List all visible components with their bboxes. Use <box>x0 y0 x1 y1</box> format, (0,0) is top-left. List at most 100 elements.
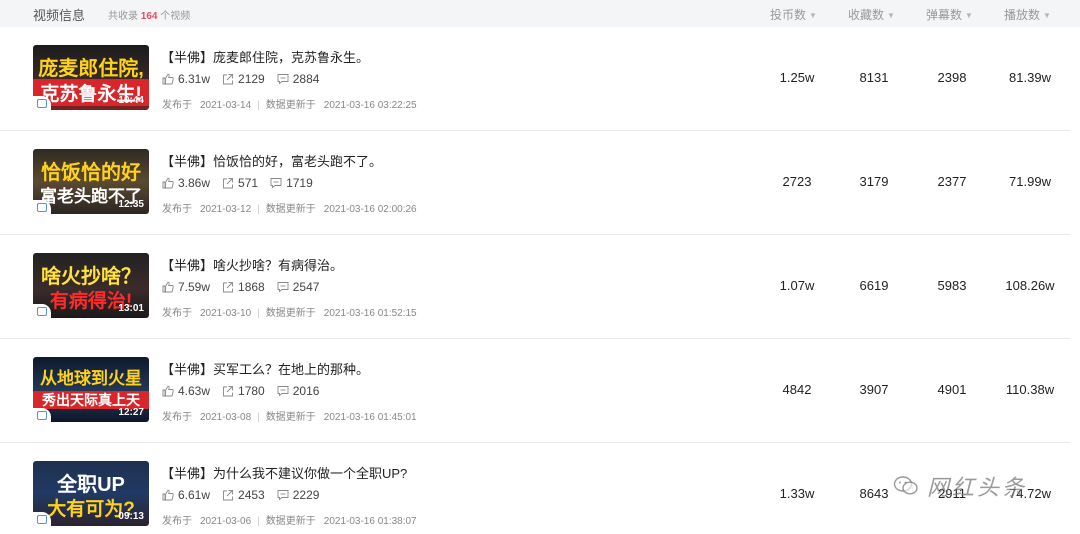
publish-date: 2021-03-12 <box>200 204 252 215</box>
duration-label: 12:27 <box>118 407 144 418</box>
video-dates: 发布于 2021-03-14 | 数据更新于 2021-03-16 03:22:25 <box>162 100 417 111</box>
watermark: 网红头条 <box>893 468 1080 504</box>
favorites-value: 6619 <box>859 278 889 293</box>
video-thumbnail[interactable]: 啥火抄啥？ 有病得治! 13:01 <box>33 253 149 318</box>
likes-count: 6.31w <box>178 72 211 86</box>
comments-count: 2229 <box>292 488 320 502</box>
collection-badge-icon <box>33 408 51 422</box>
publish-date: 2021-03-14 <box>200 100 252 111</box>
video-count-value: 164 <box>140 11 158 22</box>
share-icon <box>222 73 234 85</box>
sort-danmaku-header[interactable]: 弹幕数 ▼ <box>926 6 973 23</box>
section-title: 视频信息 <box>33 8 86 23</box>
video-stats: 4.63w 1780 2016 <box>162 384 331 398</box>
sort-down-icon: ▼ <box>965 11 973 20</box>
duration-label: 12:35 <box>118 199 144 210</box>
sort-favorites-header[interactable]: 收藏数 ▼ <box>848 6 895 23</box>
plays-value: 71.99w <box>1009 174 1051 189</box>
sort-down-icon: ▼ <box>1043 11 1051 20</box>
danmaku-value: 2377 <box>937 174 967 189</box>
update-time: 2021-03-16 01:38:07 <box>323 516 417 527</box>
shares-count: 2453 <box>238 488 265 502</box>
thumbs-up-icon <box>162 385 174 397</box>
video-title[interactable]: 【半佛】庞麦郎住院，克苏鲁永生。 <box>161 47 369 66</box>
thumbs-up-icon <box>162 177 174 189</box>
collection-badge-icon <box>33 304 51 318</box>
coins-value: 4842 <box>782 382 812 397</box>
video-title[interactable]: 【半佛】为什么我不建议你做一个全职UP? <box>161 463 407 482</box>
coins-value: 1.25w <box>779 70 815 85</box>
update-time: 2021-03-16 02:00:26 <box>323 204 417 215</box>
duration-label: 09:13 <box>118 511 144 522</box>
danmaku-value: 4901 <box>937 382 967 397</box>
collection-badge-icon <box>33 512 51 526</box>
video-count: 共收录 164 个视频 <box>108 11 191 22</box>
thumbs-up-icon <box>162 489 174 501</box>
video-title[interactable]: 【半佛】买军工么？在地上的那种。 <box>161 359 369 378</box>
video-dates: 发布于 2021-03-06 | 数据更新于 2021-03-16 01:38:07 <box>162 516 417 527</box>
plays-value: 108.26w <box>1005 278 1055 293</box>
video-stats: 7.59w 1868 2547 <box>162 280 331 294</box>
video-thumbnail[interactable]: 庞麦郎住院, 克苏鲁永生! 10:44 <box>33 45 149 110</box>
duration-label: 10:44 <box>118 95 144 106</box>
table-row[interactable]: 恰饭恰的好 富老头跑不了 12:35 【半佛】恰饭恰的好，富老头跑不了。 3.8… <box>0 131 1070 235</box>
collection-badge-icon <box>33 200 51 214</box>
share-icon <box>222 385 234 397</box>
comments-count: 2016 <box>292 384 320 398</box>
share-icon <box>222 281 234 293</box>
thumbs-up-icon <box>162 73 174 85</box>
video-title[interactable]: 【半佛】恰饭恰的好，富老头跑不了。 <box>161 151 382 170</box>
video-stats: 3.86w 571 1719 <box>162 176 325 190</box>
publish-date: 2021-03-06 <box>200 516 252 527</box>
danmaku-value: 2398 <box>937 70 967 85</box>
shares-count: 571 <box>238 176 259 190</box>
coins-value: 2723 <box>782 174 812 189</box>
coins-value: 1.33w <box>779 486 815 501</box>
sort-plays-header[interactable]: 播放数 ▼ <box>1004 6 1051 23</box>
video-dates: 发布于 2021-03-08 | 数据更新于 2021-03-16 01:45:01 <box>162 412 417 423</box>
likes-count: 4.63w <box>178 384 211 398</box>
video-thumbnail[interactable]: 恰饭恰的好 富老头跑不了 12:35 <box>33 149 149 214</box>
comment-icon <box>277 73 289 85</box>
favorites-value: 3907 <box>859 382 889 397</box>
comment-icon <box>277 489 289 501</box>
share-icon <box>222 177 234 189</box>
favorites-value: 3179 <box>859 174 889 189</box>
table-row[interactable]: 庞麦郎住院, 克苏鲁永生! 10:44 【半佛】庞麦郎住院，克苏鲁永生。 6.3… <box>0 27 1070 131</box>
collection-badge-icon <box>33 96 51 110</box>
likes-count: 3.86w <box>178 176 211 190</box>
table-row[interactable]: 从地球到火星 秀出天际真上天 12:27 【半佛】买军工么？在地上的那种。 4.… <box>0 339 1070 443</box>
sort-down-icon: ▼ <box>809 11 817 20</box>
comments-count: 2884 <box>292 72 320 86</box>
sort-coins-header[interactable]: 投币数 ▼ <box>770 6 817 23</box>
video-dates: 发布于 2021-03-10 | 数据更新于 2021-03-16 01:52:15 <box>162 308 417 319</box>
comments-count: 1719 <box>286 176 313 190</box>
video-title[interactable]: 【半佛】啥火抄啥？有病得治。 <box>161 255 343 274</box>
wechat-icon <box>893 475 919 497</box>
plays-value: 110.38w <box>1005 382 1055 397</box>
comments-count: 2547 <box>292 280 320 294</box>
plays-value: 81.39w <box>1009 70 1051 85</box>
video-dates: 发布于 2021-03-12 | 数据更新于 2021-03-16 02:00:26 <box>162 204 417 215</box>
shares-count: 1868 <box>238 280 265 294</box>
coins-value: 1.07w <box>779 278 815 293</box>
publish-date: 2021-03-08 <box>200 412 252 423</box>
update-time: 2021-03-16 01:52:15 <box>323 308 417 319</box>
shares-count: 1780 <box>238 384 265 398</box>
likes-count: 6.61w <box>178 488 211 502</box>
danmaku-value: 5983 <box>937 278 967 293</box>
video-thumbnail[interactable]: 全职UP 大有可为? 09:13 <box>33 461 149 526</box>
video-thumbnail[interactable]: 从地球到火星 秀出天际真上天 12:27 <box>33 357 149 422</box>
sort-down-icon: ▼ <box>887 11 895 20</box>
update-time: 2021-03-16 03:22:25 <box>323 100 417 111</box>
comment-icon <box>270 177 282 189</box>
video-stats: 6.31w 2129 2884 <box>162 72 331 86</box>
table-row[interactable]: 啥火抄啥？ 有病得治! 13:01 【半佛】啥火抄啥？有病得治。 7.59w 1… <box>0 235 1070 339</box>
comment-icon <box>277 281 289 293</box>
table-header: 视频信息 共收录 164 个视频 投币数 ▼ 收藏数 ▼ 弹幕数 ▼ 播放数 ▼ <box>0 0 1080 27</box>
shares-count: 2129 <box>238 72 265 86</box>
favorites-value: 8131 <box>859 70 889 85</box>
duration-label: 13:01 <box>118 303 144 314</box>
watermark-text: 网红头条 <box>927 476 1028 501</box>
update-time: 2021-03-16 01:45:01 <box>323 412 417 423</box>
